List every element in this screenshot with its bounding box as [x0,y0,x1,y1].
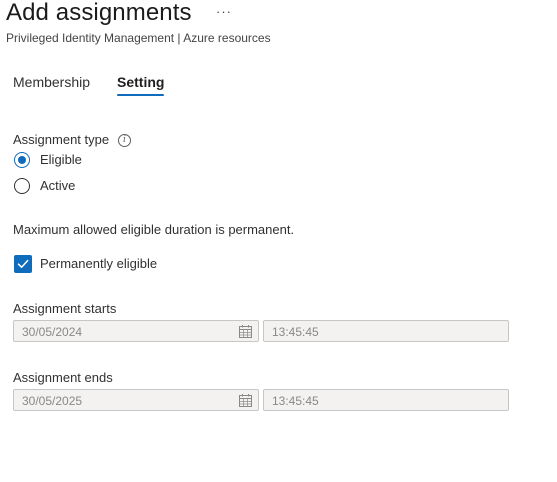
more-options-icon[interactable]: ··· [216,4,232,19]
add-assignments-blade: Add assignments ··· Privileged Identity … [0,0,557,482]
radio-button-checked[interactable] [14,152,30,168]
radio-active-label: Active [40,178,76,193]
calendar-icon[interactable] [239,325,252,338]
permanently-eligible-checkbox[interactable] [14,255,32,273]
checkmark-icon [17,259,29,268]
info-icon[interactable]: i [118,134,131,147]
permanently-eligible-label[interactable]: Permanently eligible [40,256,157,271]
start-time-field[interactable]: 13:45:45 [263,320,509,342]
start-time-value: 13:45:45 [272,325,319,339]
tab-membership[interactable]: Membership [13,74,90,96]
end-date-value: 30/05/2025 [22,394,83,408]
calendar-icon[interactable] [239,394,252,407]
end-time-field[interactable]: 13:45:45 [263,389,509,411]
radio-button-unchecked[interactable] [14,178,30,194]
end-date-field[interactable]: 30/05/2025 [13,389,259,411]
start-date-field[interactable]: 30/05/2024 [13,320,259,342]
page-title: Add assignments [6,0,192,26]
assignment-type-label: Assignment type [13,132,110,147]
page-subtitle: Privileged Identity Management | Azure r… [6,31,271,45]
end-time-value: 13:45:45 [272,394,319,408]
start-date-value: 30/05/2024 [22,325,83,339]
assignment-ends-label: Assignment ends [13,370,113,385]
duration-note: Maximum allowed eligible duration is per… [13,222,295,237]
radio-eligible-label: Eligible [40,152,82,167]
assignment-starts-label: Assignment starts [13,301,117,316]
tab-setting[interactable]: Setting [117,74,165,96]
